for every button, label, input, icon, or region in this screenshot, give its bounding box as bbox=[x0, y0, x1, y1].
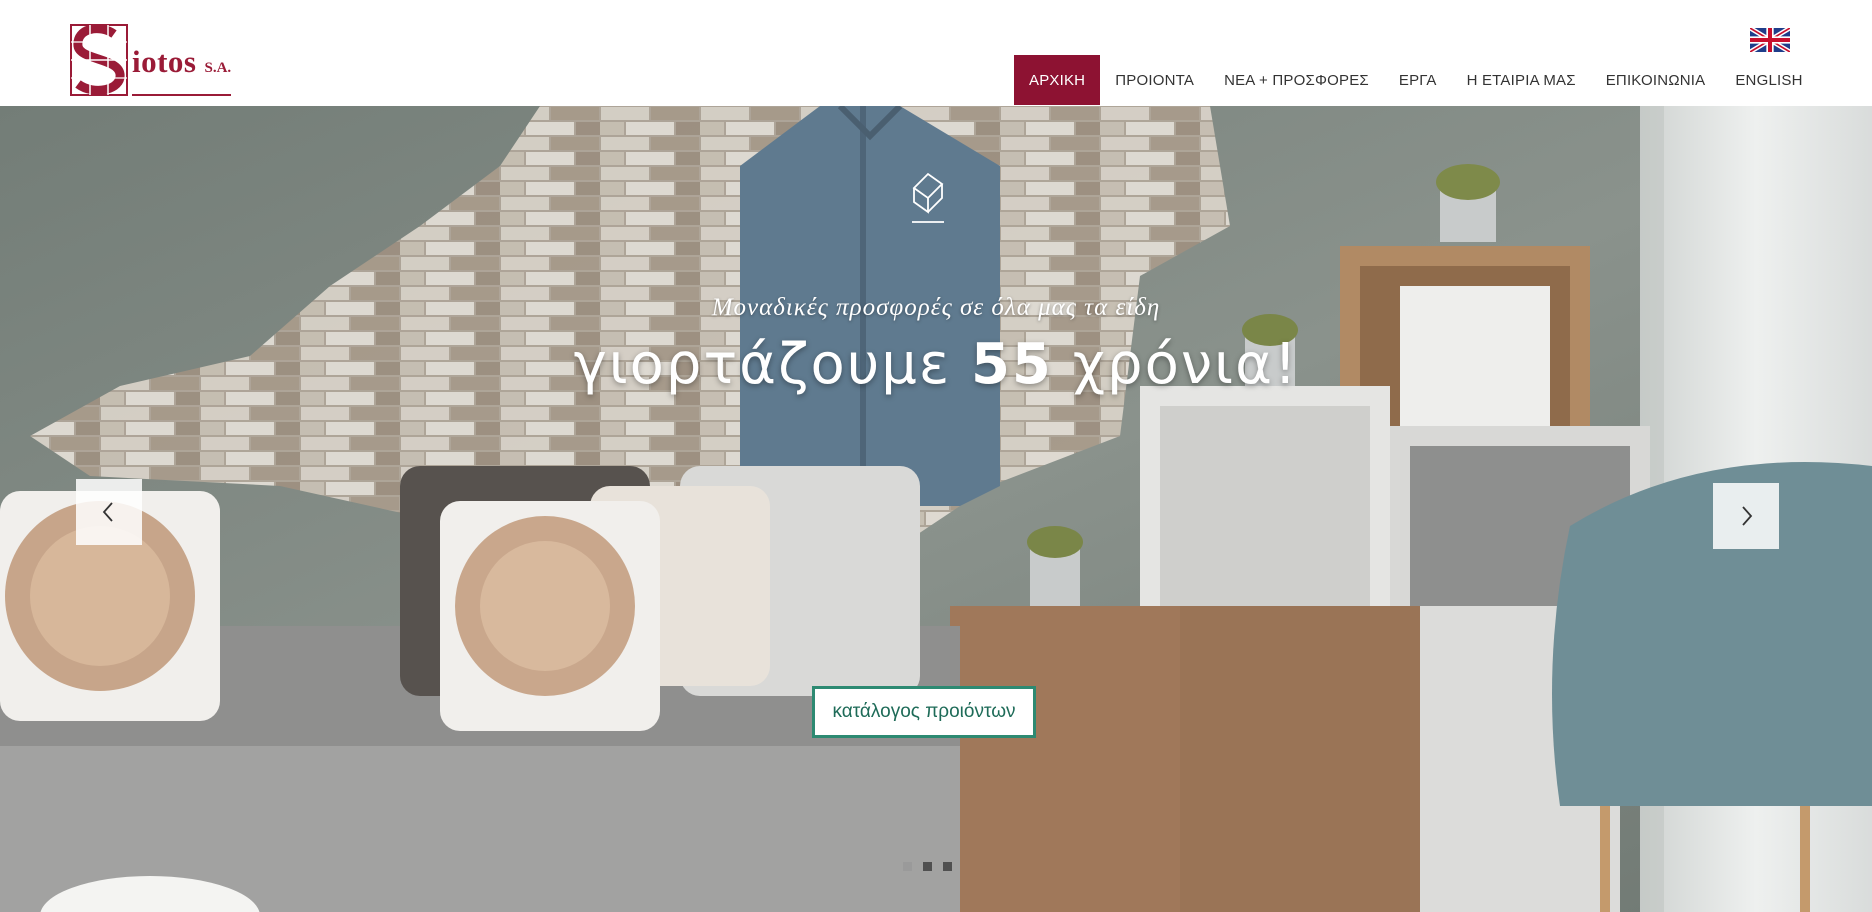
slider-dot-2[interactable] bbox=[923, 862, 932, 871]
main-navigation: ΑΡΧΙΚΗ ΠΡΟΙΟΝΤΑ ΝΕΑ + ΠΡΟΣΦΟΡΕΣ ΕΡΓΑ Η Ε… bbox=[1014, 55, 1818, 105]
nav-label: ΕΡΓΑ bbox=[1398, 71, 1437, 89]
slider-prev-button[interactable] bbox=[76, 479, 142, 545]
product-catalog-button[interactable]: κατάλογος προιόντων bbox=[812, 686, 1036, 738]
slider-next-button[interactable] bbox=[1713, 483, 1779, 549]
nav-item-home[interactable]: ΑΡΧΙΚΗ bbox=[1014, 55, 1101, 105]
slider-dot-1[interactable] bbox=[903, 862, 912, 871]
nav-label: ENGLISH bbox=[1735, 71, 1803, 89]
hero-slider: Μοναδικές προσφορές σε όλα μας τα είδη γ… bbox=[0, 106, 1872, 912]
nav-item-products[interactable]: ΠΡΟΙΟΝΤΑ bbox=[1100, 55, 1209, 105]
slider-dot-3[interactable] bbox=[943, 862, 952, 871]
logo-name: iotos bbox=[132, 44, 197, 79]
nav-item-contact[interactable]: ΕΠΙΚΟΙΝΩΝΙΑ bbox=[1591, 55, 1721, 105]
uk-flag-icon[interactable] bbox=[1750, 28, 1790, 52]
logo-wordmark: iotos S.A. bbox=[132, 44, 232, 96]
hero-background-image bbox=[0, 106, 1872, 912]
nav-label: Η ΕΤΑΙΡΙΑ ΜΑΣ bbox=[1466, 71, 1576, 89]
nav-item-news-offers[interactable]: ΝΕΑ + ΠΡΟΣΦΟΡΕΣ bbox=[1209, 55, 1384, 105]
nav-item-company[interactable]: Η ΕΤΑΙΡΙΑ ΜΑΣ bbox=[1452, 55, 1591, 105]
company-logo[interactable]: iotos S.A. bbox=[70, 24, 260, 96]
nav-item-projects[interactable]: ΕΡΓΑ bbox=[1384, 55, 1452, 105]
nav-label: ΑΡΧΙΚΗ bbox=[1029, 71, 1086, 89]
site-header: iotos S.A. ΑΡΧΙΚΗ ΠΡΟΙΟΝΤΑ ΝΕΑ + ΠΡΟΣΦΟΡ… bbox=[0, 0, 1872, 106]
nav-label: ΝΕΑ + ΠΡΟΣΦΟΡΕΣ bbox=[1224, 71, 1369, 89]
nav-item-english[interactable]: ENGLISH bbox=[1720, 55, 1817, 105]
nav-label: ΠΡΟΙΟΝΤΑ bbox=[1115, 71, 1195, 89]
logo-s-mark-icon bbox=[70, 24, 128, 96]
chevron-left-icon bbox=[102, 502, 113, 522]
slider-pagination bbox=[903, 862, 952, 871]
logo-suffix: S.A. bbox=[204, 60, 232, 76]
nav-label: ΕΠΙΚΟΙΝΩΝΙΑ bbox=[1605, 71, 1706, 89]
chevron-right-icon bbox=[1742, 506, 1753, 526]
